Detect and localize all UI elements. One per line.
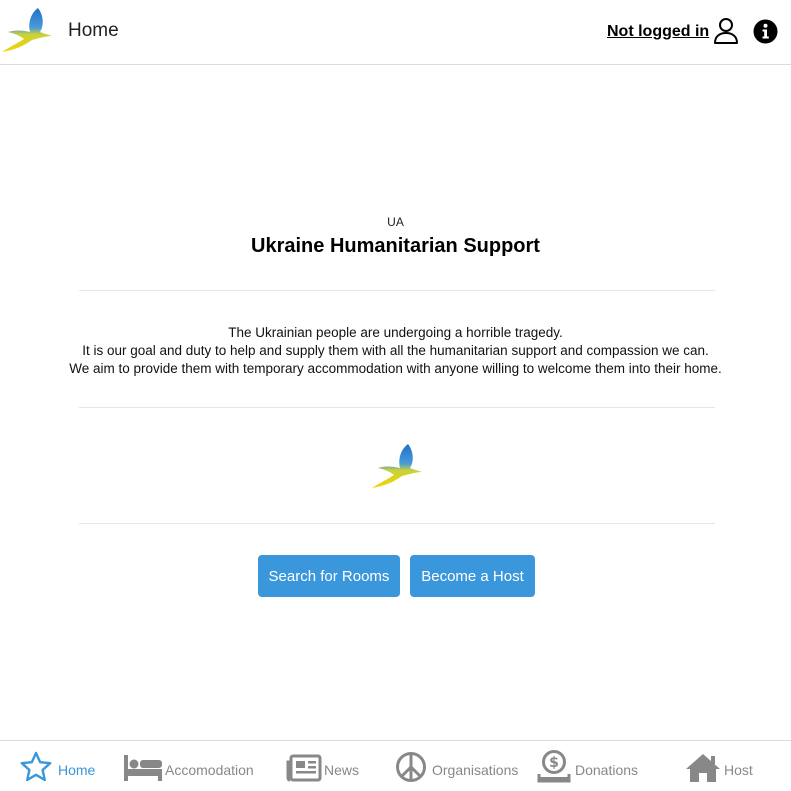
dove-logo-icon — [372, 444, 422, 488]
nav-label: Organisations — [432, 762, 519, 778]
nav-label: Donations — [575, 762, 639, 778]
page-title: Home — [68, 20, 119, 41]
svg-text:$: $ — [549, 755, 559, 771]
peace-icon — [396, 752, 426, 782]
star-icon — [20, 751, 52, 782]
become-host-button[interactable]: Become a Host — [410, 555, 535, 597]
nav-item-accomodation[interactable]: Accomodation — [123, 741, 258, 791]
donate-icon: $ — [537, 750, 571, 783]
headline: Ukraine Humanitarian Support — [251, 235, 540, 257]
house-icon — [686, 754, 720, 782]
mission-line: We aim to provide them with temporary ac… — [69, 361, 722, 376]
top-app-bar: Home Not logged in — [0, 0, 791, 65]
nav-item-donations[interactable]: $ Donations — [537, 741, 647, 791]
nav-item-home[interactable]: Home — [18, 741, 110, 791]
search-rooms-button[interactable]: Search for Rooms — [258, 555, 400, 597]
nav-item-news[interactable]: News — [285, 741, 370, 791]
nav-label: News — [324, 762, 360, 778]
nav-item-organisations[interactable]: Organisations — [395, 741, 525, 791]
nav-item-host[interactable]: Host — [685, 741, 765, 791]
country-code: UA — [387, 215, 404, 229]
divider — [79, 407, 715, 408]
mission-statement: The Ukrainian people are undergoing a ho… — [0, 324, 791, 378]
nav-label: Home — [58, 762, 96, 778]
nav-label: Host — [724, 762, 753, 778]
login-status-link[interactable]: Not logged in — [607, 23, 709, 41]
nav-label: Accomodation — [165, 762, 254, 778]
divider — [79, 290, 715, 291]
divider — [79, 523, 715, 524]
user-icon[interactable] — [712, 17, 740, 45]
newspaper-icon — [286, 754, 322, 782]
dove-logo-icon[interactable] — [0, 6, 54, 54]
bottom-nav: Home Accomodation News Organisations $ D… — [0, 740, 791, 790]
mission-line: It is our goal and duty to help and supp… — [82, 343, 709, 358]
bed-icon — [124, 755, 162, 781]
info-icon[interactable] — [753, 19, 778, 44]
mission-line: The Ukrainian people are undergoing a ho… — [228, 325, 563, 340]
